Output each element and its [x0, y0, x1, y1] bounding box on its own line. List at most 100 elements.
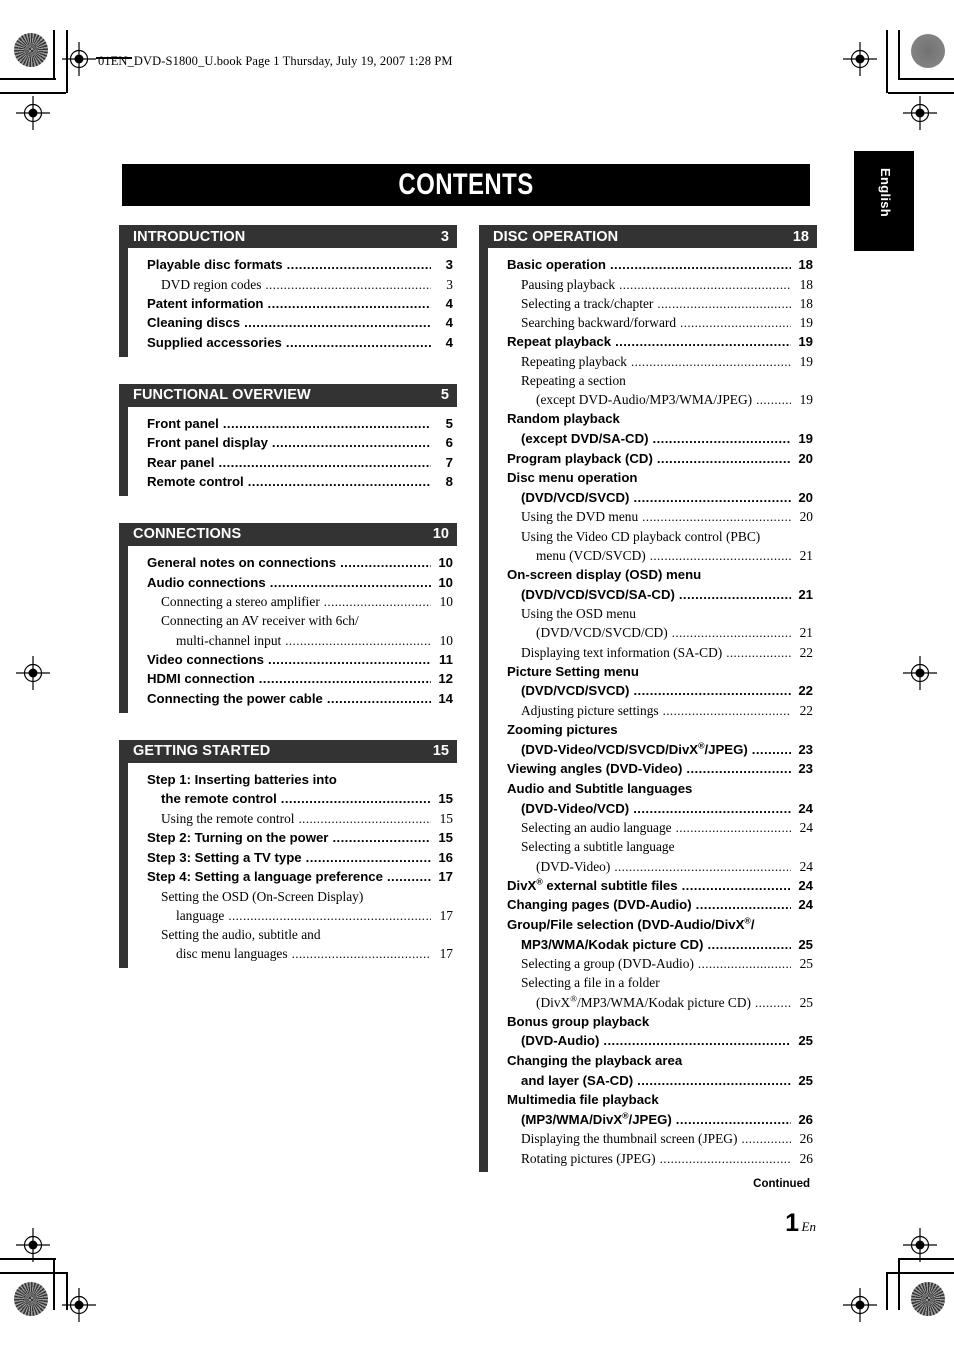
toc-section-header[interactable]: FUNCTIONAL OVERVIEW 5 [119, 383, 457, 407]
toc-entry[interactable]: (except DVD/SA-CD)......................… [479, 429, 817, 449]
toc-entry[interactable]: Selecting a file in a folder............… [479, 973, 817, 992]
toc-entry[interactable]: multi-channel input.....................… [119, 631, 457, 650]
toc-entry[interactable]: Connecting an AV receiver with 6ch/.....… [119, 611, 457, 630]
toc-entry[interactable]: Selecting a subtitle language...........… [479, 837, 817, 856]
toc-entry[interactable]: Cleaning discs..........................… [119, 313, 457, 333]
toc-dot-leader: ........................................… [228, 907, 431, 923]
toc-section-header[interactable]: CONNECTIONS 10 [119, 522, 457, 546]
density-dot [911, 34, 945, 68]
toc-entry[interactable]: (except DVD-Audio/MP3/WMA/JPEG).........… [479, 390, 817, 409]
toc-dot-leader: ........................................… [268, 651, 431, 667]
toc-entry-label: (DVD-Audio) [521, 1033, 600, 1049]
toc-entry-label: Using the Video CD playback control (PBC… [521, 528, 761, 544]
toc-entry[interactable]: Using the Video CD playback control (PBC… [479, 527, 817, 546]
toc-entry[interactable]: Using the OSD menu......................… [479, 604, 817, 623]
toc-entry[interactable]: Audio and Subtitle languages............… [479, 779, 817, 799]
toc-section-header[interactable]: GETTING STARTED 15 [119, 739, 457, 763]
toc-entry[interactable]: Random playback.........................… [479, 409, 817, 429]
toc-entry[interactable]: (DVD/VCD/SVCD)..........................… [479, 681, 817, 701]
toc-entry[interactable]: (DVD/VCD/SVCD)..........................… [479, 488, 817, 508]
toc-entry[interactable]: (MP3/WMA/DivX®/JPEG)....................… [479, 1110, 817, 1130]
toc-entry[interactable]: Picture Setting menu....................… [479, 662, 817, 682]
toc-entry[interactable]: Step 2: Turning on the power............… [119, 828, 457, 848]
toc-entry[interactable]: Front panel.............................… [119, 414, 457, 434]
toc-entry-page: 23 [798, 761, 813, 777]
toc-entry-label: and layer (SA-CD) [521, 1072, 634, 1088]
toc-entry[interactable]: Viewing angles (DVD-Video)..............… [479, 759, 817, 779]
toc-entry-label: Multimedia file playback [507, 1092, 659, 1108]
toc-entry[interactable]: Audio connections.......................… [119, 573, 457, 593]
toc-entry[interactable]: Displaying text information (SA-CD).....… [479, 643, 817, 662]
toc-entry-page: 15 [438, 791, 453, 807]
toc-entry[interactable]: Changing pages (DVD-Audio)..............… [479, 895, 817, 915]
toc-entry[interactable]: Multimedia file playback................… [479, 1090, 817, 1110]
toc-entry[interactable]: Patent information......................… [119, 294, 457, 314]
toc-section-title: INTRODUCTION [133, 228, 246, 245]
toc-entry[interactable]: Displaying the thumbnail screen (JPEG)..… [479, 1129, 817, 1148]
toc-entry[interactable]: Selecting a track/chapter...............… [479, 294, 817, 313]
toc-entry[interactable]: (DVD/VCD/SVCD/CD).......................… [479, 623, 817, 642]
toc-entry[interactable]: Step 3: Setting a TV type...............… [119, 848, 457, 868]
toc-entry[interactable]: Connecting the power cable..............… [119, 689, 457, 709]
toc-entry[interactable]: Rear panel..............................… [119, 453, 457, 473]
toc-entry-label: Repeat playback [507, 334, 612, 350]
toc-entry[interactable]: language................................… [119, 906, 457, 925]
toc-entry[interactable]: (DVD/VCD/SVCD/SA-CD)....................… [479, 585, 817, 605]
toc-entry[interactable]: Setting the audio, subtitle and.........… [119, 925, 457, 944]
toc-entry-page: 17 [439, 907, 453, 923]
toc-entry[interactable]: Rotating pictures (JPEG)................… [479, 1149, 817, 1168]
toc-entry[interactable]: menu (VCD/SVCD).........................… [479, 546, 817, 565]
toc-section-body: Basic operation.........................… [479, 248, 817, 1172]
toc-entry[interactable]: Step 1: Inserting batteries into........… [119, 770, 457, 790]
toc-entry-label: Random playback [507, 411, 620, 427]
toc-entry[interactable]: Repeat playback.........................… [479, 332, 817, 352]
toc-entry[interactable]: Step 4: Setting a language preference...… [119, 867, 457, 887]
toc-entry[interactable]: Zooming pictures........................… [479, 720, 817, 740]
toc-entry[interactable]: Remote control..........................… [119, 472, 457, 492]
toc-entry[interactable]: the remote control......................… [119, 789, 457, 809]
toc-entry[interactable]: Basic operation.........................… [479, 255, 817, 275]
toc-entry[interactable]: Connecting a stereo amplifier...........… [119, 592, 457, 611]
toc-entry[interactable]: General notes on connections............… [119, 553, 457, 573]
toc-section-header[interactable]: DISC OPERATION 18 [479, 225, 817, 248]
toc-entry[interactable]: Bonus group playback....................… [479, 1012, 817, 1032]
toc-entry[interactable]: Using the DVD menu......................… [479, 507, 817, 526]
toc-entry[interactable]: Searching backward/forward..............… [479, 313, 817, 332]
toc-entry[interactable]: Changing the playback area..............… [479, 1051, 817, 1071]
toc-entry[interactable]: (DVD-Video).............................… [479, 857, 817, 876]
toc-dot-leader: ........................................… [286, 257, 431, 272]
toc-entry-page: 24 [799, 820, 813, 836]
toc-entry[interactable]: On-screen display (OSD) menu............… [479, 565, 817, 585]
toc-entry[interactable]: Group/File selection (DVD-Audio/DivX®/..… [479, 915, 817, 935]
toc-entry-label: (DVD/VCD/SVCD) [521, 489, 630, 505]
toc-entry[interactable]: DivX® external subtitle files...........… [479, 876, 817, 896]
toc-entry[interactable]: Setting the OSD (On-Screen Display).....… [119, 887, 457, 906]
toc-entry[interactable]: DVD region codes........................… [119, 275, 457, 294]
toc-entry[interactable]: Selecting a group (DVD-Audio)...........… [479, 954, 817, 973]
toc-entry[interactable]: (DVD-Video/VCD/SVCD/DivX®/JPEG).........… [479, 740, 817, 760]
toc-entry[interactable]: Pausing playback........................… [479, 275, 817, 294]
toc-section-header[interactable]: INTRODUCTION 3 [119, 225, 457, 248]
toc-entry[interactable]: (DVD-Audio).............................… [479, 1031, 817, 1051]
toc-entry[interactable]: Repeating playback......................… [479, 352, 817, 371]
toc-entry-page: 24 [798, 897, 813, 913]
toc-entry[interactable]: Repeating a section.....................… [479, 371, 817, 390]
toc-entry-label: (DVD/VCD/SVCD/CD) [536, 625, 668, 641]
toc-entry[interactable]: MP3/WMA/Kodak picture CD)...............… [479, 935, 817, 955]
toc-entry[interactable]: disc menu languages.....................… [119, 944, 457, 963]
toc-entry[interactable]: Using the remote control................… [119, 809, 457, 828]
toc-entry[interactable]: Front panel display.....................… [119, 433, 457, 453]
toc-entry[interactable]: and layer (SA-CD).......................… [479, 1071, 817, 1091]
toc-entry-page: 19 [799, 315, 813, 330]
toc-entry[interactable]: (DVD-Video/VCD).........................… [479, 799, 817, 819]
toc-entry[interactable]: Video connections.......................… [119, 650, 457, 670]
registration-mark [843, 42, 877, 76]
toc-entry[interactable]: HDMI connection.........................… [119, 669, 457, 689]
toc-entry[interactable]: (DivX®/MP3/WMA/Kodak picture CD)........… [479, 993, 817, 1012]
toc-entry[interactable]: Playable disc formats...................… [119, 255, 457, 275]
toc-entry[interactable]: Supplied accessories....................… [119, 333, 457, 353]
toc-entry[interactable]: Disc menu operation.....................… [479, 468, 817, 488]
toc-entry[interactable]: Selecting an audio language.............… [479, 818, 817, 837]
toc-entry[interactable]: Adjusting picture settings..............… [479, 701, 817, 720]
toc-entry[interactable]: Program playback (CD)...................… [479, 449, 817, 469]
